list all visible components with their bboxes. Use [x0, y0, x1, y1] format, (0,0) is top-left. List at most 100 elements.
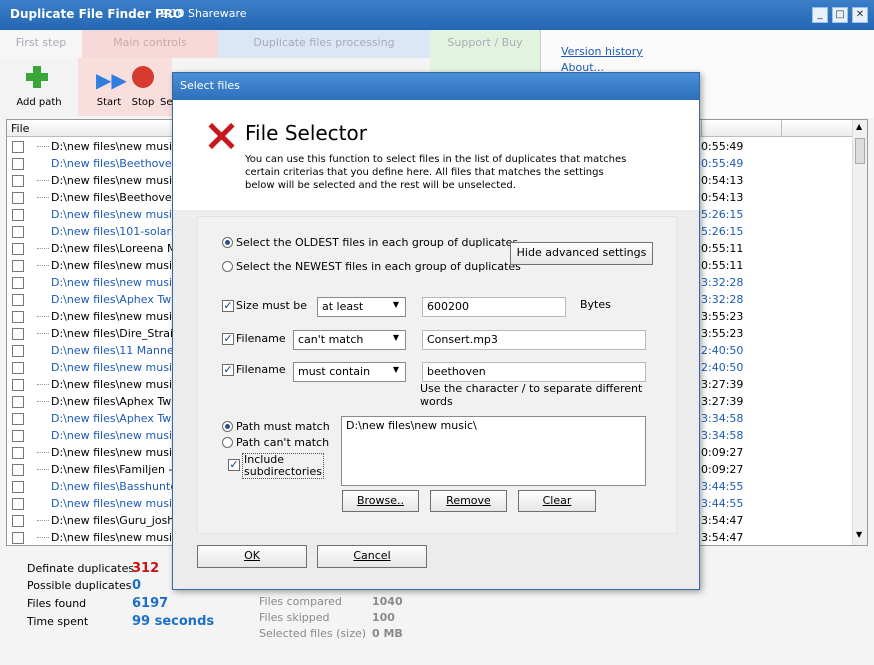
include-subdirs-checkbox[interactable]: ✓: [228, 459, 240, 471]
size-input[interactable]: 600200: [422, 297, 566, 317]
clear-button[interactable]: Clear: [518, 490, 596, 512]
path-list-item[interactable]: D:\new files\new music\: [346, 419, 641, 432]
row-filename: D:\new files\Beethoven -: [51, 157, 187, 170]
scroll-down-icon[interactable]: ▼: [856, 530, 862, 539]
path-must-label[interactable]: Path must match: [236, 420, 330, 433]
row-time: 3:34:58: [701, 412, 744, 425]
se-button[interactable]: Se: [160, 58, 173, 116]
close-icon[interactable]: ✕: [852, 7, 868, 23]
row-checkbox[interactable]: [12, 532, 24, 544]
version-history-link[interactable]: Version history: [561, 45, 643, 58]
row-time: 0:55:49: [701, 157, 744, 170]
ok-button[interactable]: OK: [197, 545, 307, 568]
row-checkbox[interactable]: [12, 209, 24, 221]
row-checkbox[interactable]: [12, 311, 24, 323]
row-checkbox[interactable]: [12, 226, 24, 238]
size-label: Size must be: [236, 299, 308, 312]
radio-newest-label[interactable]: Select the NEWEST files in each group of…: [236, 260, 521, 273]
selection-criteria-group: Select the OLDEST files in each group of…: [197, 216, 677, 534]
tree-connector: [37, 333, 49, 334]
row-time: 0:09:27: [701, 463, 744, 476]
size-operator-select[interactable]: at least ▼: [317, 297, 406, 317]
row-checkbox[interactable]: [12, 396, 24, 408]
row-filename: D:\new files\Aphex Twin -: [51, 395, 189, 408]
filename1-input[interactable]: Consert.mp3: [422, 330, 646, 350]
row-time: 3:55:23: [701, 310, 744, 323]
hide-advanced-button[interactable]: Hide advanced settings: [510, 242, 653, 265]
tree-connector: [37, 520, 49, 521]
tab-support-buy[interactable]: Support / Buy: [430, 30, 540, 58]
radio-oldest-label[interactable]: Select the OLDEST files in each group of…: [236, 236, 518, 249]
x-logo-icon: [207, 122, 235, 150]
tree-connector: [37, 146, 49, 147]
tree-connector: [37, 197, 49, 198]
tree-connector: [37, 316, 49, 317]
radio-path-cant-match[interactable]: [222, 437, 233, 448]
row-checkbox[interactable]: [12, 260, 24, 272]
include-subdirs-label[interactable]: Include subdirectories: [242, 453, 324, 479]
filename2-checkbox[interactable]: ✓: [222, 364, 234, 376]
row-filename: D:\new files\11 Mannen I: [51, 344, 188, 357]
row-checkbox[interactable]: [12, 413, 24, 425]
row-checkbox[interactable]: [12, 515, 24, 527]
stop-button[interactable]: Stop: [128, 58, 158, 116]
tab-duplicate-processing[interactable]: Duplicate files processing: [218, 30, 430, 58]
row-checkbox[interactable]: [12, 464, 24, 476]
row-checkbox[interactable]: [12, 430, 24, 442]
filename2-operator-select[interactable]: must contain ▼: [293, 362, 406, 382]
row-time: 3:54:47: [701, 514, 744, 527]
cancel-button[interactable]: Cancel: [317, 545, 427, 568]
row-checkbox[interactable]: [12, 345, 24, 357]
add-path-button[interactable]: Add path: [0, 58, 78, 116]
row-time: 0:55:11: [701, 259, 744, 272]
minimize-icon[interactable]: _: [812, 7, 828, 23]
list-scrollbar[interactable]: ▲ ▼: [852, 120, 867, 545]
tree-connector: [37, 384, 49, 385]
tab-first-step[interactable]: First step: [0, 30, 82, 58]
app-version: 2.10 Shareware: [160, 7, 247, 20]
row-checkbox[interactable]: [12, 481, 24, 493]
row-time: 3:44:55: [701, 480, 744, 493]
row-checkbox[interactable]: [12, 498, 24, 510]
browse-button[interactable]: Browse..: [342, 490, 419, 512]
radio-path-must-match[interactable]: [222, 421, 233, 432]
row-time: 2:40:50: [701, 361, 744, 374]
size-checkbox[interactable]: ✓: [222, 300, 234, 312]
stat-compared-value: 1040: [372, 595, 403, 608]
filename1-operator-select[interactable]: can't match ▼: [293, 330, 406, 350]
dialog-heading: File Selector: [245, 121, 367, 145]
filename2-label: Filename: [236, 363, 286, 376]
row-checkbox[interactable]: [12, 175, 24, 187]
row-checkbox[interactable]: [12, 158, 24, 170]
ok-label: OK: [244, 549, 260, 562]
stat-found-label: Files found: [27, 597, 87, 610]
row-checkbox[interactable]: [12, 192, 24, 204]
path-list[interactable]: D:\new files\new music\: [341, 416, 646, 486]
row-time: 3:54:47: [701, 531, 744, 544]
scroll-up-icon[interactable]: ▲: [856, 122, 862, 131]
filename1-checkbox[interactable]: ✓: [222, 333, 234, 345]
tab-main-controls[interactable]: Main controls: [82, 30, 218, 58]
row-checkbox[interactable]: [12, 294, 24, 306]
row-checkbox[interactable]: [12, 379, 24, 391]
start-button[interactable]: ▶▶ Start: [92, 58, 127, 116]
row-checkbox[interactable]: [12, 141, 24, 153]
row-checkbox[interactable]: [12, 362, 24, 374]
maximize-icon[interactable]: □: [832, 7, 848, 23]
row-checkbox[interactable]: [12, 277, 24, 289]
row-checkbox[interactable]: [12, 447, 24, 459]
separator-hint: Use the character / to separate differen…: [420, 382, 643, 408]
radio-newest[interactable]: [222, 261, 233, 272]
filename2-input[interactable]: beethoven: [422, 362, 646, 382]
row-checkbox[interactable]: [12, 328, 24, 340]
row-checkbox[interactable]: [12, 243, 24, 255]
stat-compared-label: Files compared: [259, 595, 342, 608]
se-label: Se: [160, 97, 173, 108]
row-filename: D:\new files\Dire_Straits-: [51, 327, 188, 340]
remove-button[interactable]: Remove: [430, 490, 507, 512]
title-bar: Duplicate File Finder PRO 2.10 Shareware…: [0, 0, 874, 30]
scroll-thumb[interactable]: [855, 138, 865, 164]
column-file[interactable]: File: [11, 122, 29, 135]
radio-oldest[interactable]: [222, 237, 233, 248]
path-cant-label[interactable]: Path can't match: [236, 436, 329, 449]
